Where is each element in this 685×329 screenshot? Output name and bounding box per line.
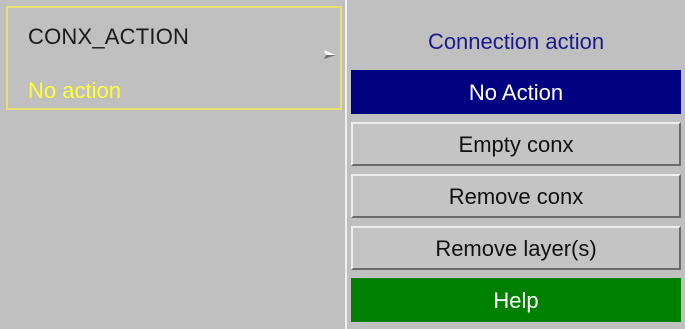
left-panel: CONX_ACTION No action	[0, 0, 345, 329]
menu-item-remove-layers[interactable]: Remove layer(s)	[351, 226, 681, 270]
field-label: CONX_ACTION	[28, 24, 190, 49]
help-button[interactable]: Help	[351, 278, 681, 322]
field-value: No action	[28, 78, 121, 103]
menu-title: Connection action	[427, 29, 605, 54]
menu-item-empty-conx[interactable]: Empty conx	[351, 122, 681, 166]
menu-item-remove-conx[interactable]: Remove conx	[351, 174, 681, 218]
connection-action-menu: Connection action No Action Empty conx R…	[347, 0, 685, 329]
cursor-pointer-icon	[324, 50, 336, 59]
menu-item-no-action[interactable]: No Action	[351, 70, 681, 114]
conx-action-field[interactable]: CONX_ACTION No action	[6, 6, 342, 110]
